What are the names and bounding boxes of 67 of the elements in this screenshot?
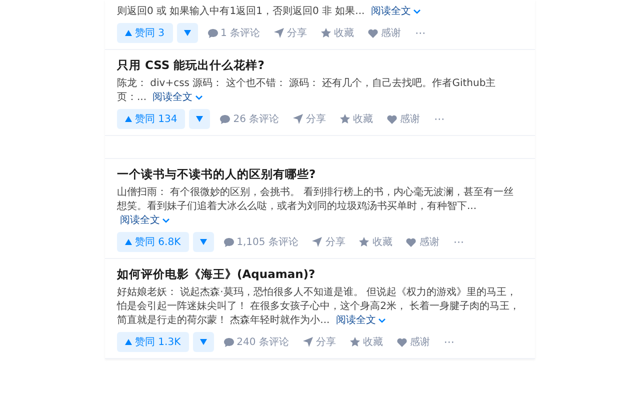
more-button[interactable]: ··· bbox=[411, 26, 430, 40]
triangle-down-icon bbox=[200, 239, 207, 245]
chevron-down-icon bbox=[162, 218, 170, 224]
read-more-link[interactable]: 阅读全文 bbox=[152, 91, 203, 105]
downvote-button[interactable] bbox=[189, 109, 210, 129]
favorite-button[interactable]: 收藏 bbox=[346, 335, 387, 349]
paper-plane-icon bbox=[293, 114, 304, 124]
answer-excerpt: 则返回0 或 如果输入中有1返回1，否则返回0 非 如果... 阅读全文 bbox=[117, 5, 523, 19]
comment-icon bbox=[224, 238, 234, 246]
heart-icon bbox=[396, 338, 407, 346]
share-button[interactable]: 分享 bbox=[270, 26, 312, 40]
chevron-down-icon bbox=[412, 9, 421, 15]
question-title[interactable]: 一个读书与不读书的人的区别有哪些? bbox=[117, 167, 523, 182]
question-title[interactable]: 只用 CSS 能玩出什么花样? bbox=[117, 58, 523, 73]
star-icon bbox=[321, 28, 332, 38]
star-icon bbox=[350, 337, 360, 347]
favorite-button[interactable]: 收藏 bbox=[336, 112, 378, 126]
comment-icon bbox=[220, 114, 230, 124]
comment-icon bbox=[224, 338, 234, 346]
triangle-down-icon bbox=[196, 116, 204, 122]
upvote-button[interactable]: 赞同 6.8K bbox=[117, 232, 189, 252]
comment-icon bbox=[208, 28, 218, 38]
triangle-up-icon bbox=[125, 239, 132, 245]
answer-excerpt: 陈龙： div+css 源码： 这个也不错： 源码： 还有几个，自己去找吧。作者Github主页：... 阅读全文 bbox=[117, 77, 497, 105]
answer-excerpt: 山僧扫雨： 有个很微妙的区别，会挑书。 看到排行榜上的书，内心毫无波澜，甚至有一丝想笑。看到妹子们追着大冰么么哒，或者为刘同的垃圾鸡汤书买单时，有种智下... 阅读全文 bbox=[117, 186, 514, 228]
share-button[interactable]: 分享 bbox=[298, 335, 340, 349]
more-button[interactable]: ··· bbox=[430, 112, 449, 126]
comments-button[interactable]: 240 条评论 bbox=[220, 335, 293, 349]
downvote-button[interactable] bbox=[176, 23, 198, 43]
read-more-link[interactable]: 阅读全文 bbox=[336, 314, 386, 328]
heart-icon bbox=[406, 238, 416, 246]
chevron-down-icon bbox=[378, 318, 386, 324]
favorite-button[interactable]: 收藏 bbox=[355, 235, 396, 249]
downvote-button[interactable] bbox=[192, 232, 214, 252]
triangle-down-icon bbox=[184, 30, 191, 36]
upvote-button[interactable]: 赞同 134 bbox=[117, 109, 186, 129]
read-more-link[interactable]: 阅读全文 bbox=[370, 5, 421, 19]
upvote-button[interactable]: 赞同 1.3K bbox=[117, 332, 189, 352]
star-icon bbox=[340, 114, 350, 124]
triangle-up-icon bbox=[125, 339, 132, 345]
triangle-down-icon bbox=[200, 339, 207, 345]
heart-icon bbox=[387, 114, 398, 124]
read-more-link[interactable]: 阅读全文 bbox=[120, 214, 170, 228]
triangle-up-icon bbox=[125, 116, 132, 122]
share-button[interactable]: 分享 bbox=[308, 235, 350, 249]
upvote-button[interactable]: 赞同 3 bbox=[117, 23, 173, 43]
paper-plane-icon bbox=[302, 337, 313, 347]
favorite-button[interactable]: 收藏 bbox=[317, 26, 358, 40]
heart-icon bbox=[368, 28, 378, 38]
star-icon bbox=[359, 237, 370, 247]
comments-button[interactable]: 1 条评论 bbox=[204, 26, 264, 40]
downvote-button[interactable] bbox=[192, 332, 214, 352]
share-button[interactable]: 分享 bbox=[289, 112, 330, 126]
more-button[interactable]: ··· bbox=[440, 336, 458, 348]
more-button[interactable]: ··· bbox=[449, 236, 468, 248]
thanks-button[interactable]: 感谢 bbox=[364, 26, 406, 40]
triangle-up-icon bbox=[125, 30, 132, 36]
paper-plane-icon bbox=[312, 237, 322, 247]
comments-button[interactable]: 26 条评论 bbox=[216, 112, 284, 126]
chevron-down-icon bbox=[194, 95, 203, 101]
paper-plane-icon bbox=[274, 28, 284, 38]
thanks-button[interactable]: 感谢 bbox=[402, 235, 444, 249]
answer-excerpt: 好姑娘老妖： 说起杰森·莫玛，恐怕很多人不知道是谁。 但说起《权力的游戏》里的马王，怕是会引起一阵迷妹尖叫了！ 在很多女孩子心中，这个身高2米， 长着一身腱子肉的马王，简直就是行走的荷尔蒙！ 杰森年轻时就作为小... 阅读全文 bbox=[117, 286, 521, 328]
question-title[interactable]: 如何评价电影《海王》(Aquaman)? bbox=[117, 267, 523, 282]
comments-button[interactable]: 1,105 条评论 bbox=[220, 235, 302, 249]
thanks-button[interactable]: 感谢 bbox=[383, 112, 424, 126]
thanks-button[interactable]: 感谢 bbox=[392, 335, 434, 349]
